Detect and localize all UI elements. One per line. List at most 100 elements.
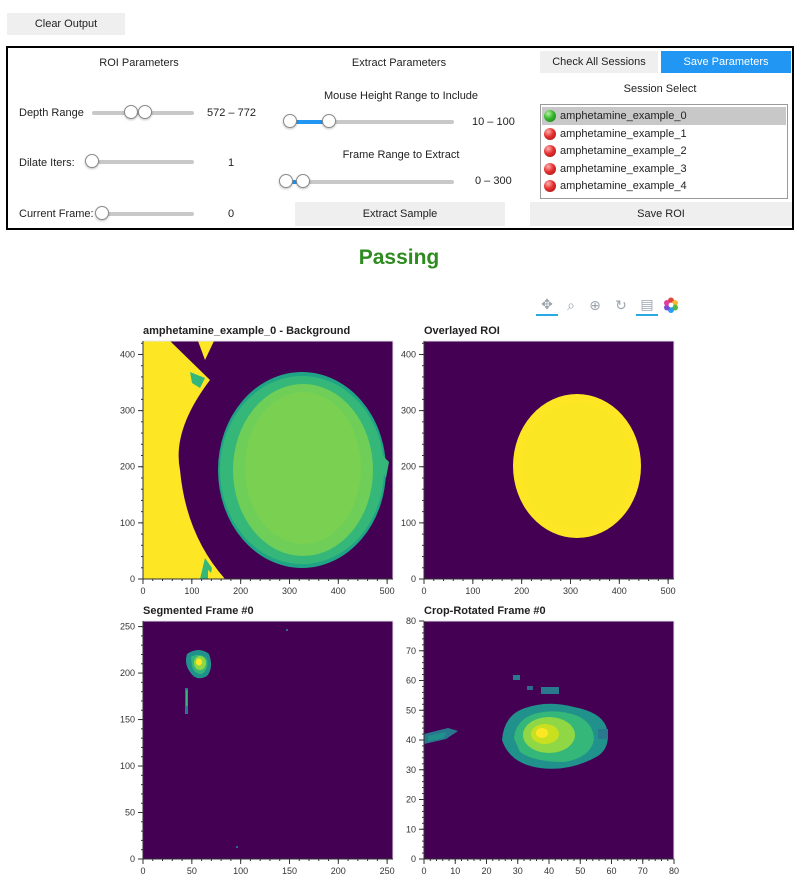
- control-panel: ROI Parameters Depth Range 572 – 772 Dil…: [6, 46, 794, 230]
- y-tick-label: 100: [120, 761, 135, 771]
- current-frame-handle[interactable]: [95, 206, 109, 220]
- segmented-frame-plot-title: Segmented Frame #0: [143, 605, 254, 617]
- y-tick-label: 250: [120, 622, 135, 632]
- x-tick-label: 250: [380, 866, 395, 876]
- bokeh-logo-icon[interactable]: [660, 294, 682, 316]
- y-tick-label: 0: [411, 574, 416, 584]
- save-parameters-button[interactable]: Save Parameters: [661, 51, 791, 73]
- depth-range-slider[interactable]: [92, 105, 194, 121]
- depth-range-label: Depth Range: [19, 107, 84, 119]
- x-tick-label: 0: [421, 866, 426, 876]
- check-all-sessions-button[interactable]: Check All Sessions: [540, 51, 658, 73]
- roi-parameters-title: ROI Parameters: [99, 57, 179, 69]
- x-tick-label: 80: [669, 866, 679, 876]
- frame-range-slider[interactable]: [279, 174, 454, 190]
- y-tick-label: 70: [406, 646, 416, 656]
- y-tick-label: 0: [411, 854, 416, 864]
- session-select-list[interactable]: amphetamine_example_0 amphetamine_example…: [540, 104, 788, 199]
- session-item[interactable]: amphetamine_example_1: [542, 125, 786, 143]
- session-item[interactable]: amphetamine_example_4: [542, 177, 786, 195]
- x-tick-label: 100: [184, 586, 199, 596]
- y-tick-label: 50: [406, 705, 416, 715]
- current-frame-value: 0: [228, 208, 235, 220]
- session-item[interactable]: amphetamine_example_3: [542, 160, 786, 178]
- status-error-icon: [544, 127, 556, 140]
- mouse-height-slider[interactable]: [283, 114, 454, 130]
- x-tick-label: 0: [421, 586, 426, 596]
- y-tick-label: 200: [120, 668, 135, 678]
- y-tick-label: 200: [401, 462, 416, 472]
- y-tick-label: 100: [120, 518, 135, 528]
- x-tick-label: 200: [233, 586, 248, 596]
- frame-range-value: 0 – 300: [475, 175, 512, 187]
- x-tick-label: 300: [282, 586, 297, 596]
- clear-output-button[interactable]: Clear Output: [7, 13, 125, 35]
- y-tick-label: 300: [401, 406, 416, 416]
- extract-sample-button[interactable]: Extract Sample: [295, 202, 505, 226]
- status-ok-icon: [544, 110, 556, 122]
- x-tick-label: 500: [380, 586, 395, 596]
- y-tick-label: 100: [401, 518, 416, 528]
- y-tick-label: 80: [406, 616, 416, 626]
- current-frame-slider[interactable]: [95, 206, 194, 222]
- session-select-label: Session Select: [623, 83, 697, 95]
- frame-range-low-handle[interactable]: [279, 174, 293, 188]
- status-error-icon: [544, 145, 556, 158]
- x-tick-label: 70: [638, 866, 648, 876]
- x-tick-label: 400: [612, 586, 627, 596]
- session-item-label: amphetamine_example_1: [560, 127, 687, 140]
- pan-icon[interactable]: ✥: [536, 294, 558, 316]
- x-tick-label: 50: [575, 866, 585, 876]
- frame-range-high-handle[interactable]: [295, 174, 310, 188]
- y-tick-label: 50: [125, 808, 135, 818]
- status-error-icon: [544, 180, 556, 193]
- hover-icon[interactable]: ▤: [636, 294, 658, 316]
- x-tick-label: 200: [514, 586, 529, 596]
- dilate-iters-slider[interactable]: [85, 154, 194, 170]
- depth-range-high-handle[interactable]: [138, 105, 153, 119]
- x-tick-label: 200: [331, 866, 346, 876]
- mouse-height-low-handle[interactable]: [283, 114, 297, 128]
- x-tick-label: 0: [140, 866, 145, 876]
- dilate-iters-handle[interactable]: [85, 154, 99, 168]
- mouse-height-high-handle[interactable]: [322, 114, 337, 128]
- y-tick-label: 400: [401, 349, 416, 359]
- background-plot-title: amphetamine_example_0 - Background: [143, 325, 351, 337]
- mouse-height-value: 10 – 100: [472, 116, 515, 128]
- x-tick-label: 0: [140, 586, 145, 596]
- x-tick-label: 30: [513, 866, 523, 876]
- y-tick-label: 150: [120, 715, 135, 725]
- x-tick-label: 40: [544, 866, 554, 876]
- extract-parameters-title: Extract Parameters: [351, 57, 447, 69]
- x-tick-label: 50: [187, 866, 197, 876]
- x-tick-label: 10: [450, 866, 460, 876]
- y-tick-label: 20: [406, 795, 416, 805]
- mouse-height-label: Mouse Height Range to Include: [323, 90, 479, 102]
- x-tick-label: 400: [331, 586, 346, 596]
- dilate-iters-value: 1: [228, 157, 235, 169]
- reset-icon[interactable]: ↻: [610, 294, 632, 316]
- depth-range-value: 572 – 772: [207, 107, 256, 119]
- y-tick-label: 400: [120, 349, 135, 359]
- plot-toolbar: ✥ ⌕ ⊕ ↻ ▤: [536, 294, 682, 318]
- frame-range-label: Frame Range to Extract: [342, 149, 460, 161]
- session-item[interactable]: amphetamine_example_2: [542, 142, 786, 160]
- y-tick-label: 0: [130, 574, 135, 584]
- x-tick-label: 60: [606, 866, 616, 876]
- x-tick-label: 100: [465, 586, 480, 596]
- box-zoom-icon[interactable]: ⌕: [560, 294, 582, 316]
- status-error-icon: [544, 162, 556, 175]
- session-item-label: amphetamine_example_0: [560, 110, 687, 122]
- session-item-label: amphetamine_example_2: [560, 145, 687, 158]
- dilate-iters-label: Dilate Iters:: [19, 157, 75, 169]
- depth-range-low-handle[interactable]: [123, 105, 138, 119]
- y-tick-label: 10: [406, 824, 416, 834]
- y-tick-label: 200: [120, 462, 135, 472]
- overlayed-roi-plot-title: Overlayed ROI: [424, 325, 500, 337]
- y-tick-label: 40: [406, 735, 416, 745]
- wheel-zoom-icon[interactable]: ⊕: [584, 294, 606, 316]
- save-roi-button[interactable]: Save ROI: [530, 202, 792, 226]
- session-item-label: amphetamine_example_4: [560, 180, 687, 193]
- session-item[interactable]: amphetamine_example_0: [542, 107, 786, 125]
- x-tick-label: 500: [661, 586, 676, 596]
